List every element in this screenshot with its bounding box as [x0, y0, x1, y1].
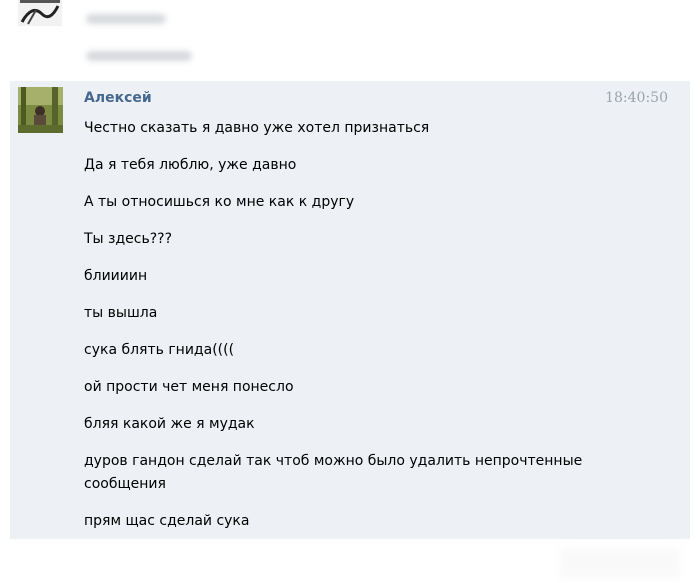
message-block: Алексей 18:40:50 Честно сказать я давно … [10, 81, 690, 539]
message-line: Ты здесь??? [84, 231, 173, 247]
message-line: ты вышла [84, 305, 158, 321]
chat-window: Алексей 18:40:50 Честно сказать я давно … [0, 0, 700, 583]
message-line: ой прости чет меня понесло [84, 379, 294, 395]
message-lines: Честно сказать я давно уже хотел признат… [84, 117, 604, 533]
avatar[interactable] [18, 87, 63, 133]
message-line: блиииин [84, 268, 148, 284]
message-line: бляя какой же я мудак [84, 416, 255, 432]
message-line: дуров гандон сделай так чтоб можно было … [84, 453, 583, 492]
faded-footer-area [560, 548, 680, 578]
message-line: Честно сказать я давно уже хотел признат… [84, 120, 430, 136]
author-name[interactable]: Алексей [84, 90, 152, 106]
message-line: А ты относишься ко мне как к другу [84, 194, 355, 210]
message-line: прям щас сделай сука [84, 513, 250, 529]
message-line: Да я тебя люблю, уже давно [84, 157, 297, 173]
previous-message-line-blurred [86, 51, 192, 61]
message-timestamp[interactable]: 18:40:50 [605, 90, 668, 106]
message-line: сука блять гнида(((( [84, 342, 235, 358]
previous-avatar[interactable] [18, 0, 62, 26]
previous-message-line-blurred [86, 14, 166, 24]
previous-message [0, 0, 700, 80]
